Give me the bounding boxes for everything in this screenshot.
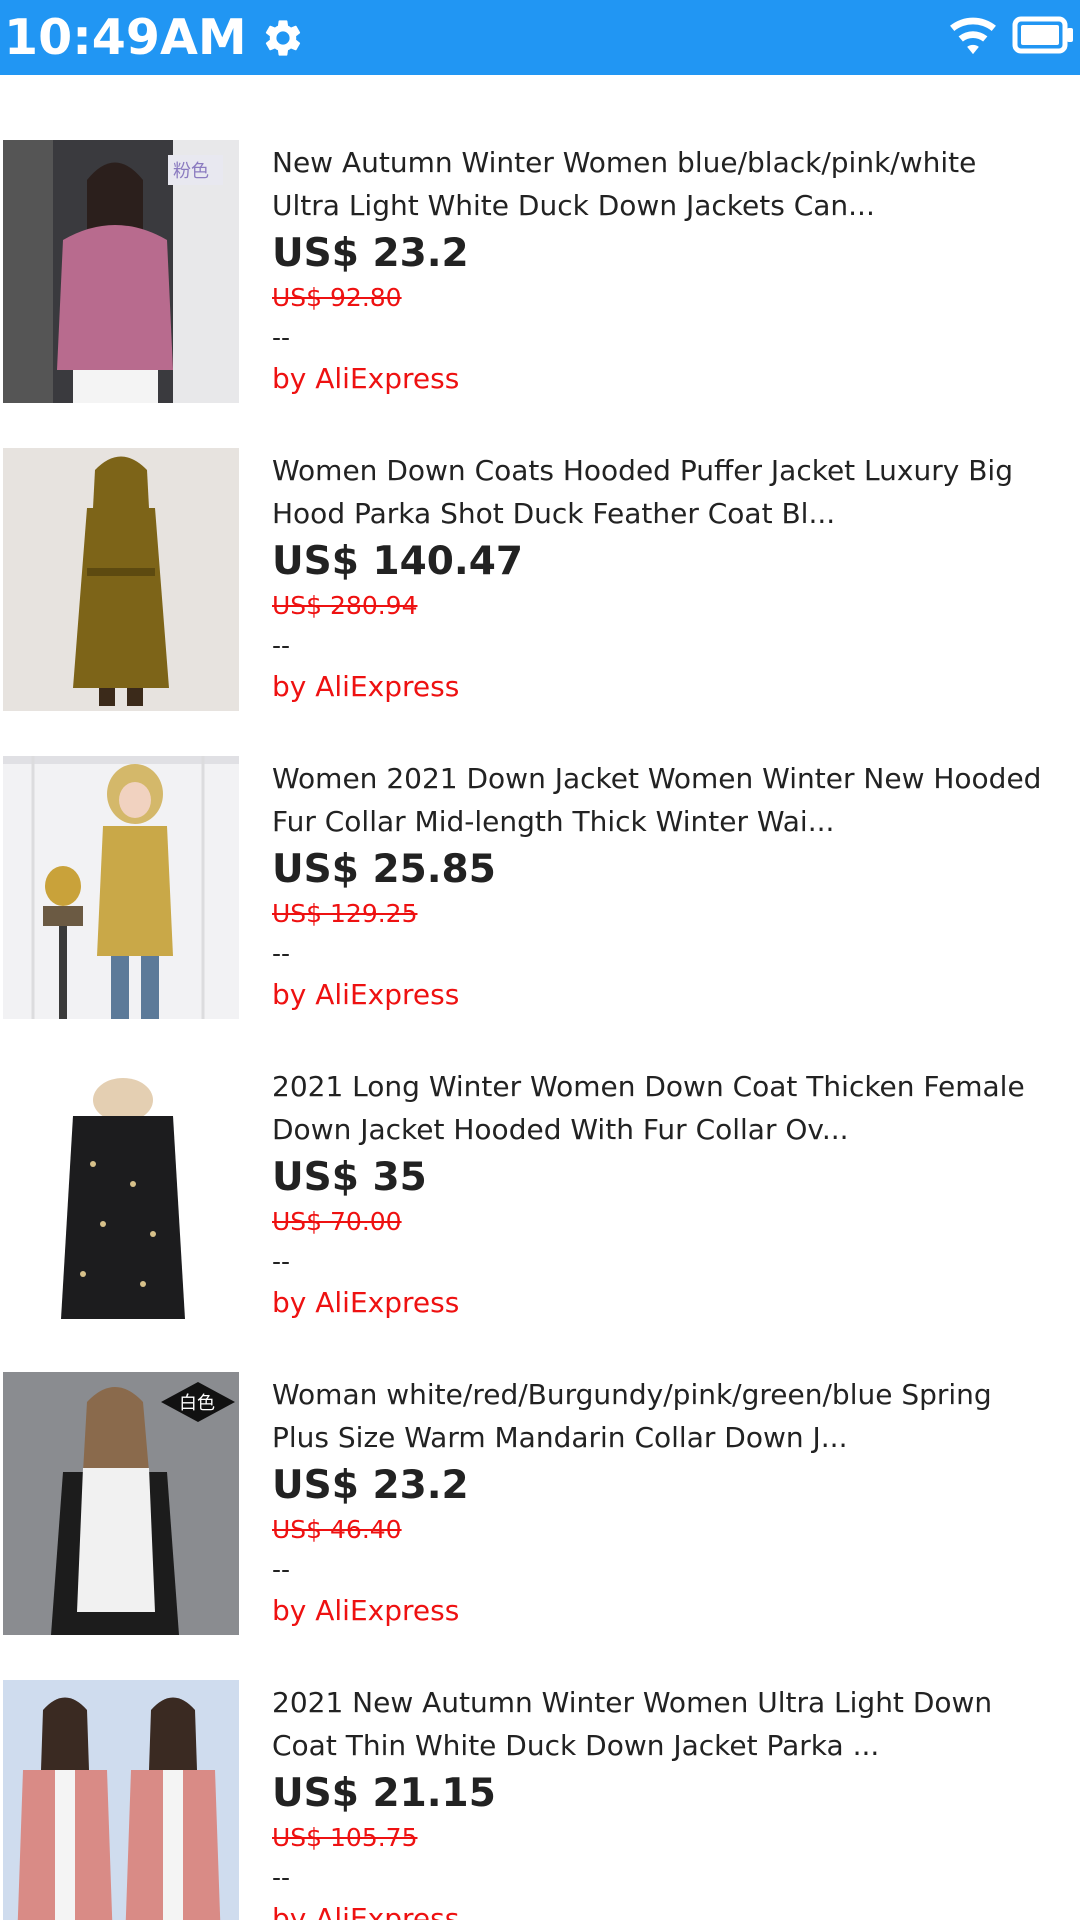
product-image[interactable]: 白色 (3, 1372, 239, 1635)
product-title[interactable]: Woman white/red/Burgundy/pink/green/blue… (272, 1373, 1072, 1459)
product-rating: -- (272, 1555, 291, 1584)
product-image[interactable] (3, 448, 239, 711)
product-price: US$ 23.2 (272, 1463, 469, 1508)
product-price: US$ 25.85 (272, 847, 496, 892)
product-image[interactable] (3, 756, 239, 1019)
product-rating: -- (272, 1863, 291, 1892)
product-price: US$ 21.15 (272, 1771, 496, 1816)
thumb-badge-text: 粉色 (173, 161, 209, 182)
product-original-price: US$ 129.25 (272, 899, 418, 928)
battery-icon (1012, 16, 1074, 58)
product-list[interactable]: 粉色 New Autumn Winter Women blue/black/pi… (0, 75, 1080, 1920)
product-title-line2: Plus Size Warm Mandarin Collar Down J... (272, 1421, 848, 1454)
product-rating: -- (272, 631, 291, 660)
status-time: 10:49AM (4, 9, 247, 66)
product-title[interactable]: 2021 New Autumn Winter Women Ultra Light… (272, 1681, 1072, 1767)
product-rating: -- (272, 939, 291, 968)
product-image[interactable]: 粉色 (3, 140, 239, 403)
product-original-price: US$ 70.00 (272, 1207, 402, 1236)
product-item[interactable]: 粉色 New Autumn Winter Women blue/black/pi… (0, 75, 1080, 403)
product-title-line1: Women Down Coats Hooded Puffer Jacket Lu… (272, 454, 1013, 487)
product-title[interactable]: New Autumn Winter Women blue/black/pink/… (272, 141, 1072, 227)
product-original-price: US$ 46.40 (272, 1515, 402, 1544)
product-image[interactable] (3, 1064, 239, 1327)
status-bar: 10:49AM (0, 0, 1080, 75)
product-price: US$ 23.2 (272, 231, 469, 276)
product-title-line1: 2021 New Autumn Winter Women Ultra Light… (272, 1686, 993, 1719)
product-item[interactable]: 2021 New Autumn Winter Women Ultra Light… (0, 1615, 1080, 1920)
product-item[interactable]: Women 2021 Down Jacket Women Winter New … (0, 691, 1080, 1019)
product-item[interactable]: 2021 Long Winter Women Down Coat Thicken… (0, 999, 1080, 1327)
product-price: US$ 35 (272, 1155, 427, 1200)
gear-icon (261, 16, 305, 60)
product-title-line2: Coat Thin White Duck Down Jacket Parka .… (272, 1729, 880, 1762)
status-icons (946, 14, 1074, 60)
product-title-line1: Women 2021 Down Jacket Women Winter New … (272, 762, 1042, 795)
product-title-line2: Hood Parka Shot Duck Feather Coat Bl... (272, 497, 836, 530)
product-item[interactable]: 白色 Woman white/red/Burgundy/pink/green/b… (0, 1307, 1080, 1635)
product-title-line1: Woman white/red/Burgundy/pink/green/blue… (272, 1378, 992, 1411)
product-title[interactable]: Women 2021 Down Jacket Women Winter New … (272, 757, 1072, 843)
thumb-badge-text: 白色 (179, 1393, 215, 1414)
product-rating: -- (272, 1247, 291, 1276)
product-title[interactable]: Women Down Coats Hooded Puffer Jacket Lu… (272, 449, 1072, 535)
product-title-line1: New Autumn Winter Women blue/black/pink/… (272, 146, 977, 179)
product-price: US$ 140.47 (272, 539, 523, 584)
product-title[interactable]: 2021 Long Winter Women Down Coat Thicken… (272, 1065, 1072, 1151)
product-title-line2: Ultra Light White Duck Down Jackets Can.… (272, 189, 875, 222)
product-title-line1: 2021 Long Winter Women Down Coat Thicken… (272, 1070, 1025, 1103)
product-original-price: US$ 280.94 (272, 591, 418, 620)
product-rating: -- (272, 323, 291, 352)
product-original-price: US$ 92.80 (272, 283, 402, 312)
product-title-line2: Down Jacket Hooded With Fur Collar Ov... (272, 1113, 849, 1146)
wifi-icon (946, 14, 1000, 60)
product-item[interactable]: Women Down Coats Hooded Puffer Jacket Lu… (0, 383, 1080, 711)
product-seller: by AliExpress (272, 1902, 460, 1920)
product-image[interactable] (3, 1680, 239, 1920)
product-title-line2: Fur Collar Mid-length Thick Winter Wai..… (272, 805, 835, 838)
product-original-price: US$ 105.75 (272, 1823, 418, 1852)
